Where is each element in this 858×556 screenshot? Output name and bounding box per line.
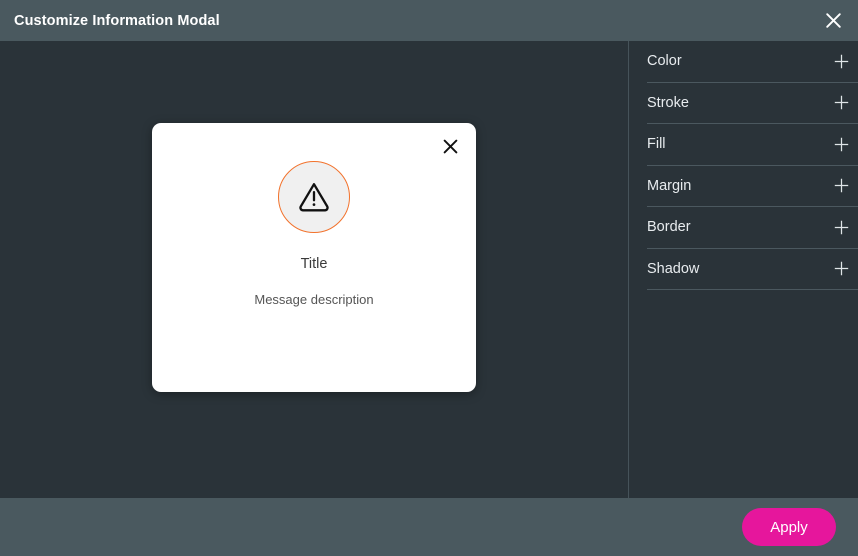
information-modal-preview: Title Message description <box>152 123 476 392</box>
plus-icon[interactable] <box>830 50 852 72</box>
sidebar-item-label: Shadow <box>647 260 700 277</box>
sidebar-item-fill[interactable]: Fill <box>647 124 858 166</box>
preview-canvas: Title Message description <box>0 41 629 498</box>
plus-icon[interactable] <box>830 258 852 280</box>
sidebar-item-label: Border <box>647 219 691 236</box>
apply-button[interactable]: Apply <box>742 508 836 546</box>
sidebar-item-label: Stroke <box>647 94 689 111</box>
customization-sidebar: Color Stroke Fill Margin Border Shadow <box>629 41 858 498</box>
plus-icon[interactable] <box>830 216 852 238</box>
window-title: Customize Information Modal <box>14 12 220 29</box>
plus-icon[interactable] <box>830 92 852 114</box>
window-body: Title Message description Color Stroke F… <box>0 41 858 498</box>
window-footer: Apply <box>0 498 858 556</box>
status-icon-badge <box>278 161 350 233</box>
plus-icon[interactable] <box>830 133 852 155</box>
sidebar-item-label: Margin <box>647 177 692 194</box>
customize-modal-window: Customize Information Modal Title Messag… <box>0 0 858 556</box>
sidebar-item-stroke[interactable]: Stroke <box>647 83 858 124</box>
modal-content: Title Message description <box>152 123 476 307</box>
modal-title: Title <box>300 256 328 272</box>
window-close-button[interactable] <box>818 6 848 36</box>
window-titlebar: Customize Information Modal <box>0 0 858 41</box>
plus-icon[interactable] <box>830 175 852 197</box>
sidebar-item-color[interactable]: Color <box>647 41 858 83</box>
sidebar-item-label: Color <box>647 53 682 70</box>
sidebar-item-margin[interactable]: Margin <box>647 166 858 207</box>
warning-triangle-icon <box>294 177 334 217</box>
sidebar-item-shadow[interactable]: Shadow <box>647 249 858 290</box>
sidebar-item-border[interactable]: Border <box>647 207 858 249</box>
modal-message: Message description <box>254 292 374 307</box>
sidebar-item-label: Fill <box>647 136 666 153</box>
close-icon <box>824 11 843 30</box>
